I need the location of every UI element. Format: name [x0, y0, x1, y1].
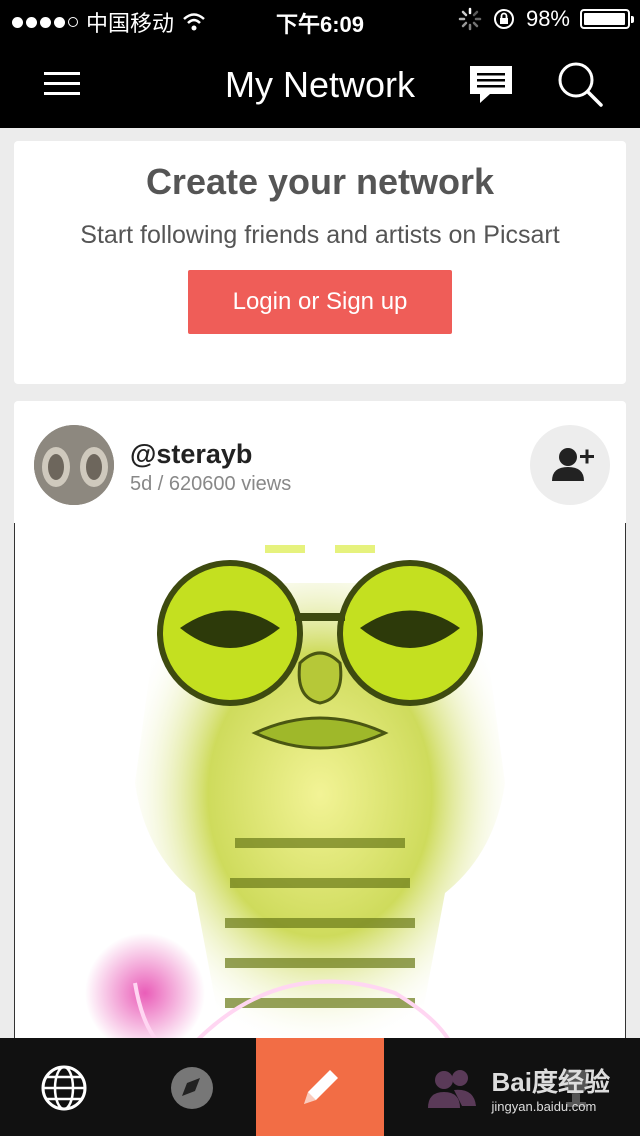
activity-spinner-icon — [458, 7, 482, 31]
battery-percent: 98% — [525, 6, 570, 31]
status-right: 98% — [458, 6, 634, 32]
create-network-subtitle: Start following friends and artists on P… — [80, 221, 560, 249]
tab-explore[interactable] — [0, 1038, 128, 1136]
post-card: @sterayb 5d / 620600 views — [14, 401, 626, 1051]
battery-fill — [584, 13, 626, 25]
post-artwork — [15, 523, 625, 1051]
nav-bar: My Network — [0, 40, 640, 128]
search-icon[interactable] — [556, 60, 604, 108]
compass-icon — [171, 1067, 213, 1109]
avatar[interactable] — [34, 425, 114, 505]
people-icon — [428, 1070, 476, 1108]
avatar-image — [34, 425, 114, 505]
create-network-title: Create your network — [145, 161, 495, 202]
watermark-url: jingyan.baidu.com — [491, 1099, 597, 1114]
globe-icon — [41, 1065, 87, 1111]
follow-user-button[interactable] — [530, 425, 610, 505]
tab-discover[interactable] — [128, 1038, 256, 1136]
battery-icon — [580, 9, 634, 29]
watermark-brand: Bai度经验 — [491, 1067, 610, 1097]
rotation-lock-icon — [493, 9, 514, 29]
post-username[interactable]: @sterayb — [130, 439, 252, 470]
baidu-watermark: Bai度经验 jingyan.baidu.com — [492, 1062, 610, 1114]
pencil-icon — [304, 1070, 338, 1104]
post-meta: 5d / 620600 views — [130, 473, 292, 495]
page-title: My Network — [224, 64, 416, 105]
login-signup-button[interactable]: Login or Sign up — [188, 270, 452, 334]
create-network-card: Create your network Start following frie… — [14, 141, 626, 384]
chat-icon[interactable] — [468, 64, 514, 104]
tab-create[interactable] — [256, 1038, 384, 1136]
add-user-icon — [552, 448, 594, 481]
status-bar: 中国移动 下午6:09 98% — [0, 0, 640, 40]
post-image[interactable] — [14, 523, 626, 1051]
